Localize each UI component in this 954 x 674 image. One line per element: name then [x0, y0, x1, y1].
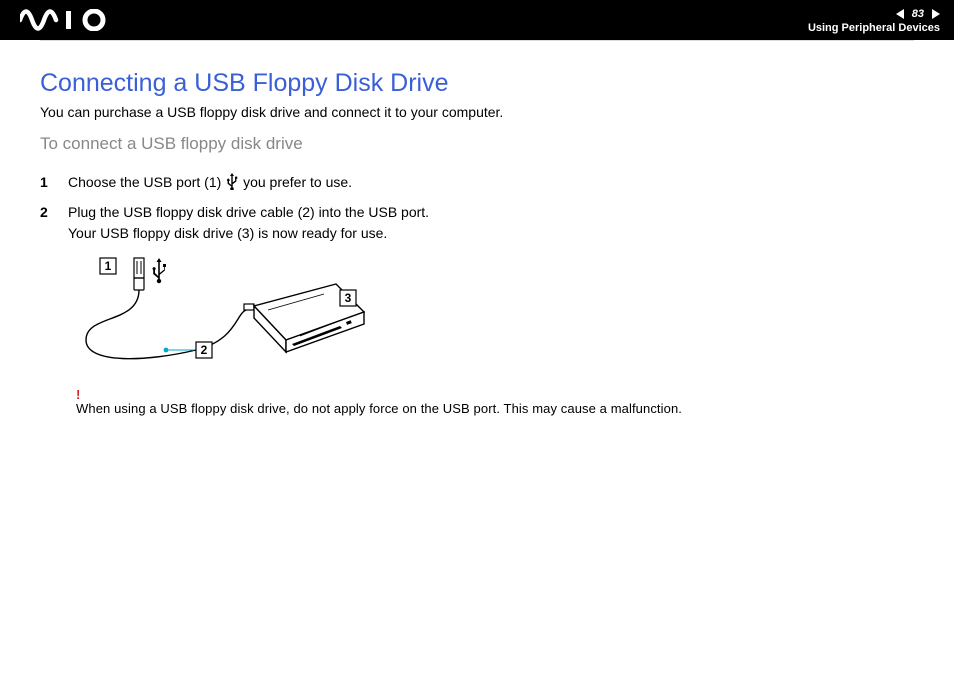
step-2: 2 Plug the USB floppy disk drive cable (…	[40, 202, 914, 244]
callout-1: 1	[105, 259, 112, 273]
subheading: To connect a USB floppy disk drive	[40, 134, 914, 154]
prev-page-arrow[interactable]	[896, 9, 904, 19]
callout-2: 2	[201, 343, 208, 357]
intro-text: You can purchase a USB floppy disk drive…	[40, 104, 914, 120]
caution-text: When using a USB floppy disk drive, do n…	[76, 401, 682, 416]
step-text: Plug the USB floppy disk drive cable (2)…	[68, 202, 429, 244]
usb-trident-icon	[153, 258, 167, 283]
callout-3: 3	[345, 291, 352, 305]
header-bar: 83 Using Peripheral Devices	[0, 0, 954, 40]
connection-diagram: 1 2	[76, 254, 914, 379]
usb-icon	[226, 172, 238, 196]
step-number: 1	[40, 172, 68, 193]
step-number: 2	[40, 202, 68, 223]
page-nav: 83	[896, 8, 940, 20]
next-page-arrow[interactable]	[932, 9, 940, 19]
caution-mark: !	[76, 387, 914, 402]
section-name: Using Peripheral Devices	[808, 22, 940, 34]
caution-note: ! When using a USB floppy disk drive, do…	[76, 387, 914, 418]
page-title: Connecting a USB Floppy Disk Drive	[40, 69, 914, 98]
page-number: 83	[908, 8, 928, 20]
step-1: 1 Choose the USB port (1) you prefer to …	[40, 172, 914, 196]
steps-list: 1 Choose the USB port (1) you prefer to …	[40, 172, 914, 244]
vaio-logo	[20, 9, 112, 31]
step-text: Choose the USB port (1) you prefer to us…	[68, 172, 352, 196]
usb-connector-icon	[134, 258, 144, 290]
page-content: Connecting a USB Floppy Disk Drive You c…	[0, 41, 954, 418]
